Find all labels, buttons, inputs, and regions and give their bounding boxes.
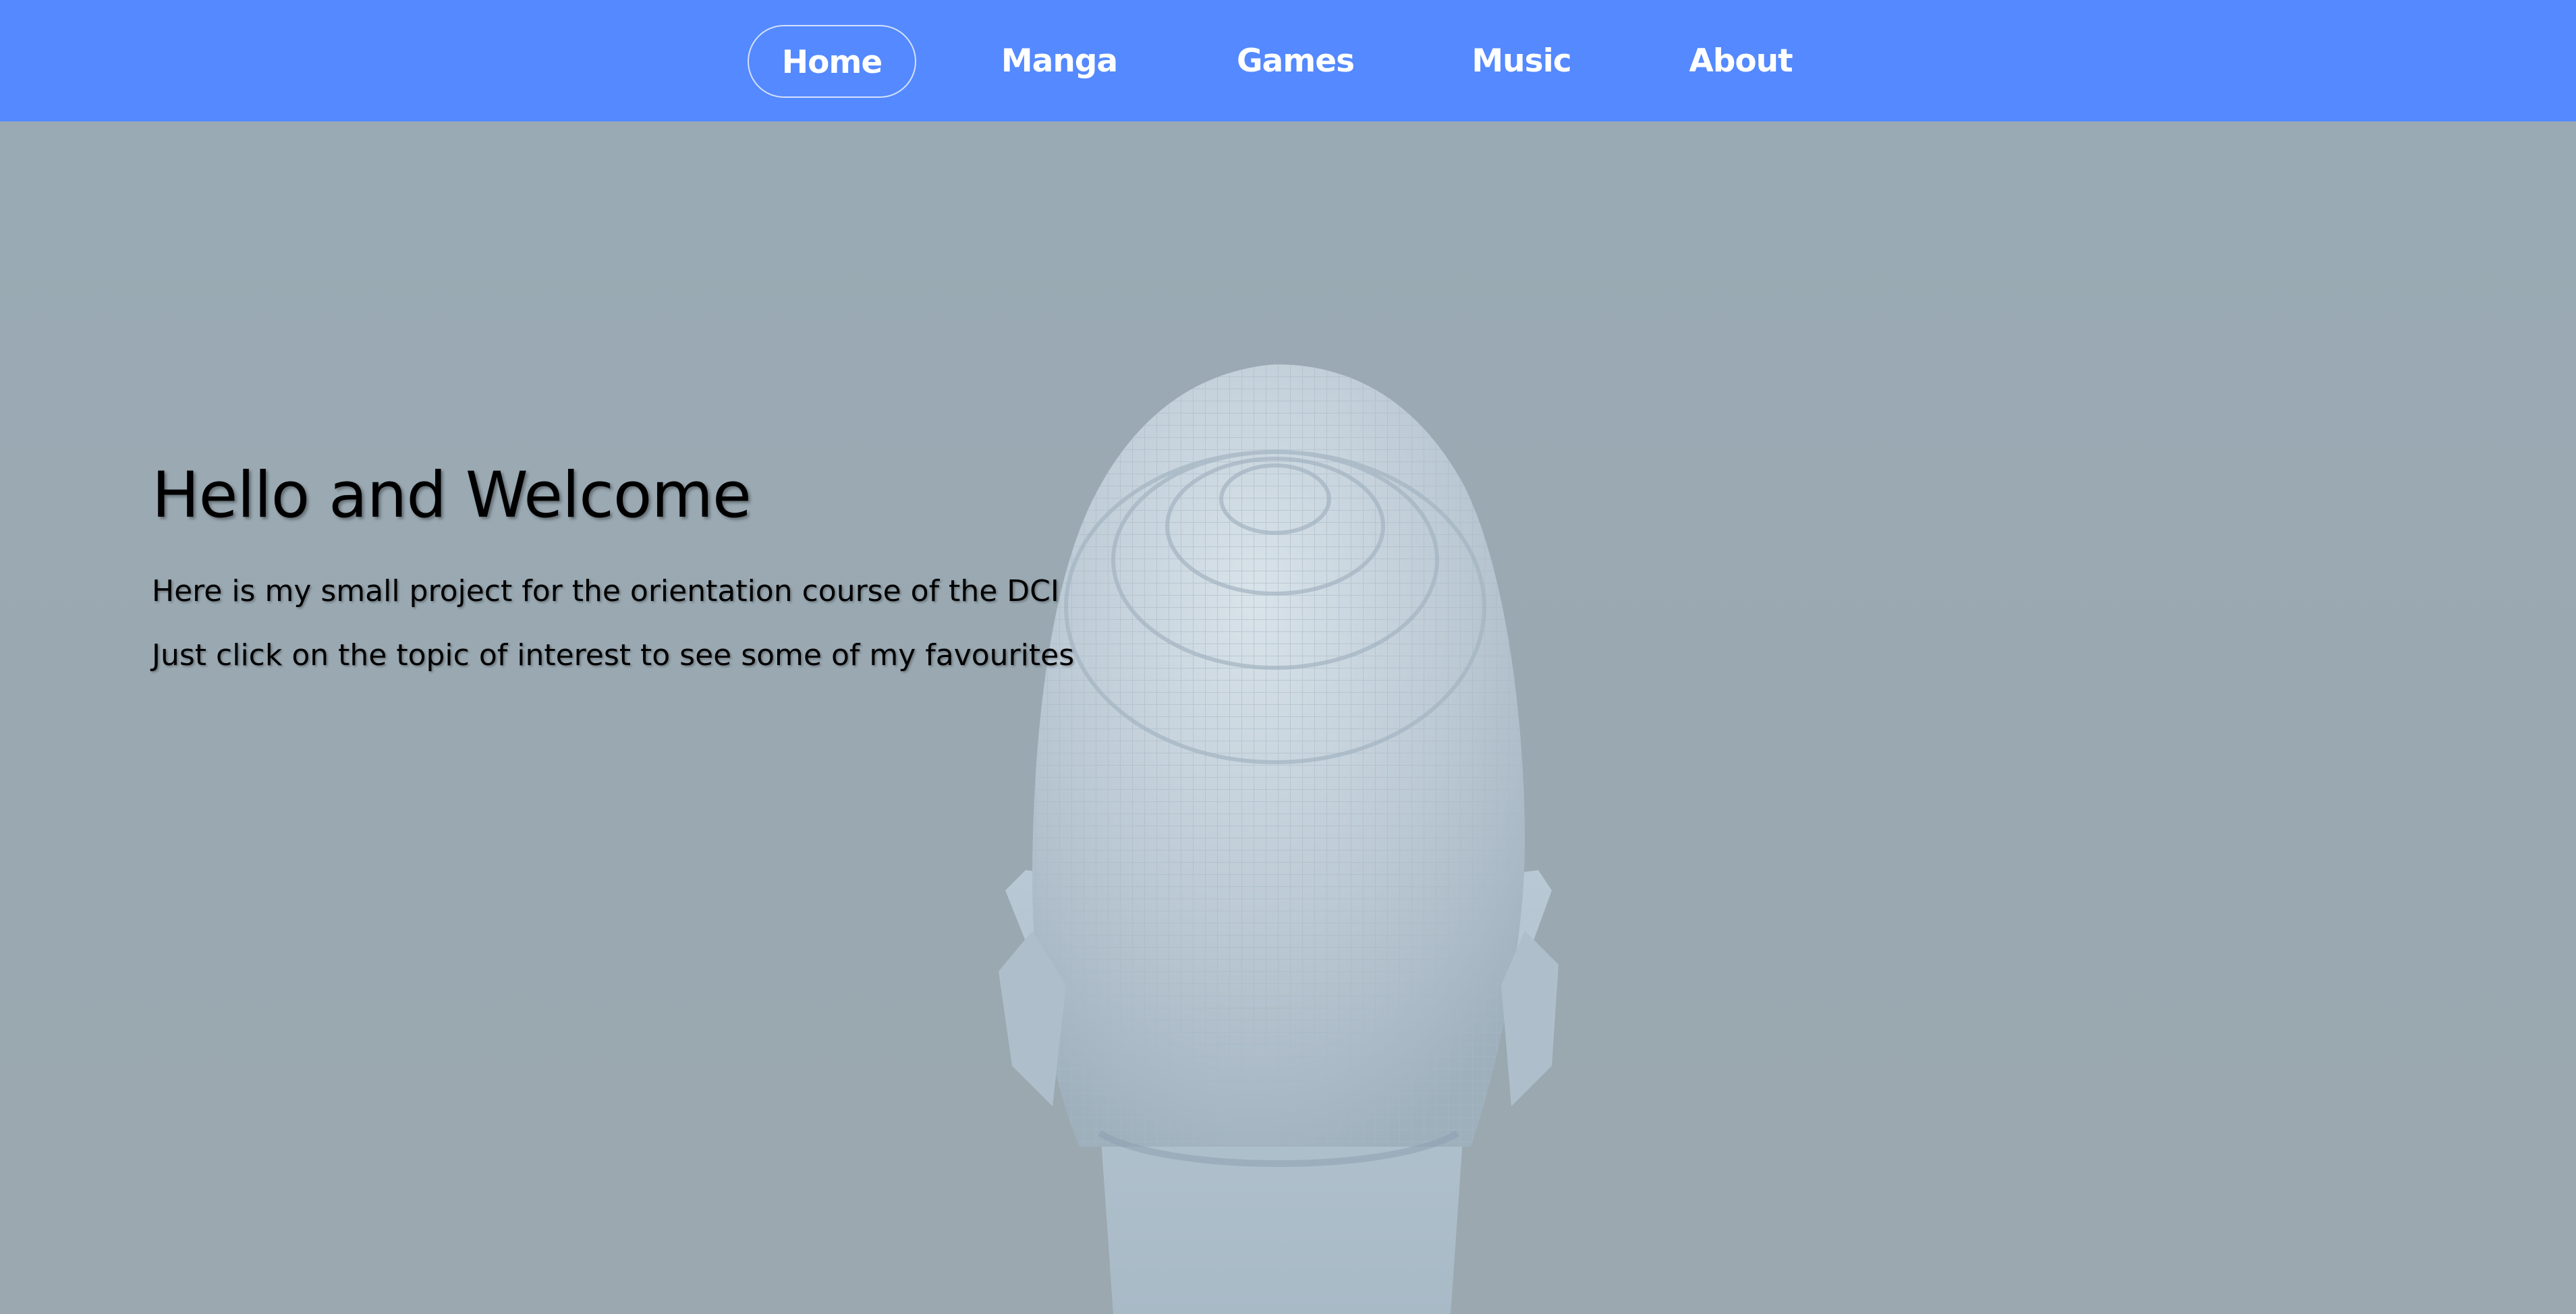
- nav-item-manga[interactable]: Manga: [985, 25, 1133, 98]
- page-title: Hello and Welcome: [152, 459, 752, 532]
- hero-section: Hello and Welcome Here is my small proje…: [0, 121, 2576, 1314]
- instruction-text: Just click on the topic of interest to s…: [152, 638, 1075, 673]
- nav-item-home[interactable]: Home: [748, 25, 916, 98]
- hero-text-block: Hello and Welcome Here is my small proje…: [152, 459, 1074, 673]
- head-shape: [999, 364, 1559, 1314]
- top-navigation-bar: Home Manga Games Music About: [0, 0, 2576, 121]
- nav-item-about[interactable]: About: [1667, 25, 1815, 98]
- voxel-head-image: [999, 364, 1559, 1314]
- intro-text: Here is my small project for the orienta…: [152, 574, 1059, 608]
- nav-item-games[interactable]: Games: [1221, 25, 1370, 98]
- nav-item-music[interactable]: Music: [1451, 25, 1592, 98]
